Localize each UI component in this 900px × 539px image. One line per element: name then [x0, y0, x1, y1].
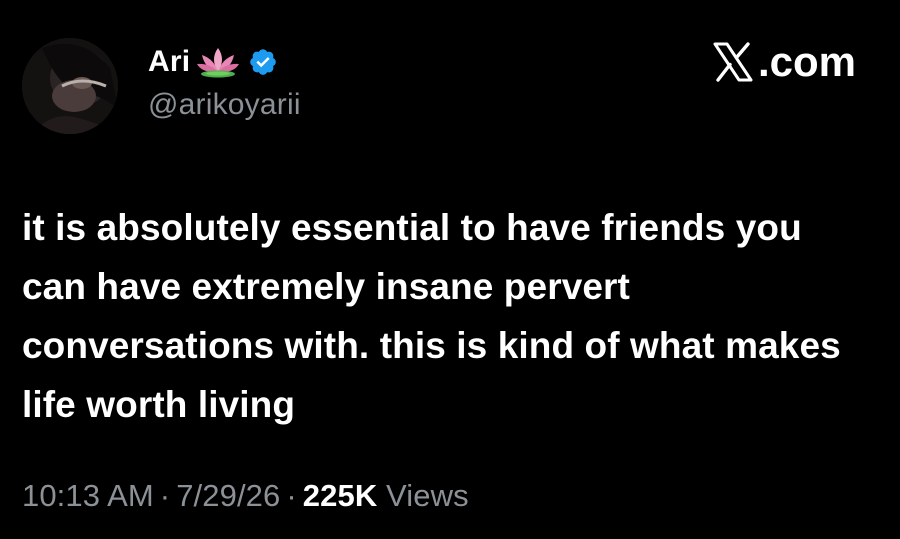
- avatar[interactable]: [22, 38, 118, 134]
- x-logo-icon: [712, 42, 754, 82]
- tweet-text: it is absolutely essential to have frien…: [22, 207, 841, 425]
- brand-label: .com: [757, 38, 856, 85]
- tweet-meta: 10:13 AM · 7/29/26 · 225K Views: [22, 478, 469, 514]
- author-handle[interactable]: @arikoyarii: [148, 88, 301, 122]
- author-display-name[interactable]: Ari: [148, 45, 190, 79]
- views-label: Views: [386, 478, 469, 513]
- author-name-row[interactable]: Ari: [148, 40, 278, 84]
- meta-separator: ·: [159, 478, 171, 513]
- meta-separator-2: ·: [286, 478, 297, 513]
- tweet-date[interactable]: 7/29/26: [176, 478, 280, 513]
- verified-badge-icon[interactable]: [248, 47, 278, 77]
- lotus-icon: [196, 45, 240, 79]
- views-count[interactable]: 225K: [303, 478, 378, 513]
- brand-watermark: .com: [712, 38, 856, 86]
- tweet-time[interactable]: 10:13 AM: [22, 478, 154, 513]
